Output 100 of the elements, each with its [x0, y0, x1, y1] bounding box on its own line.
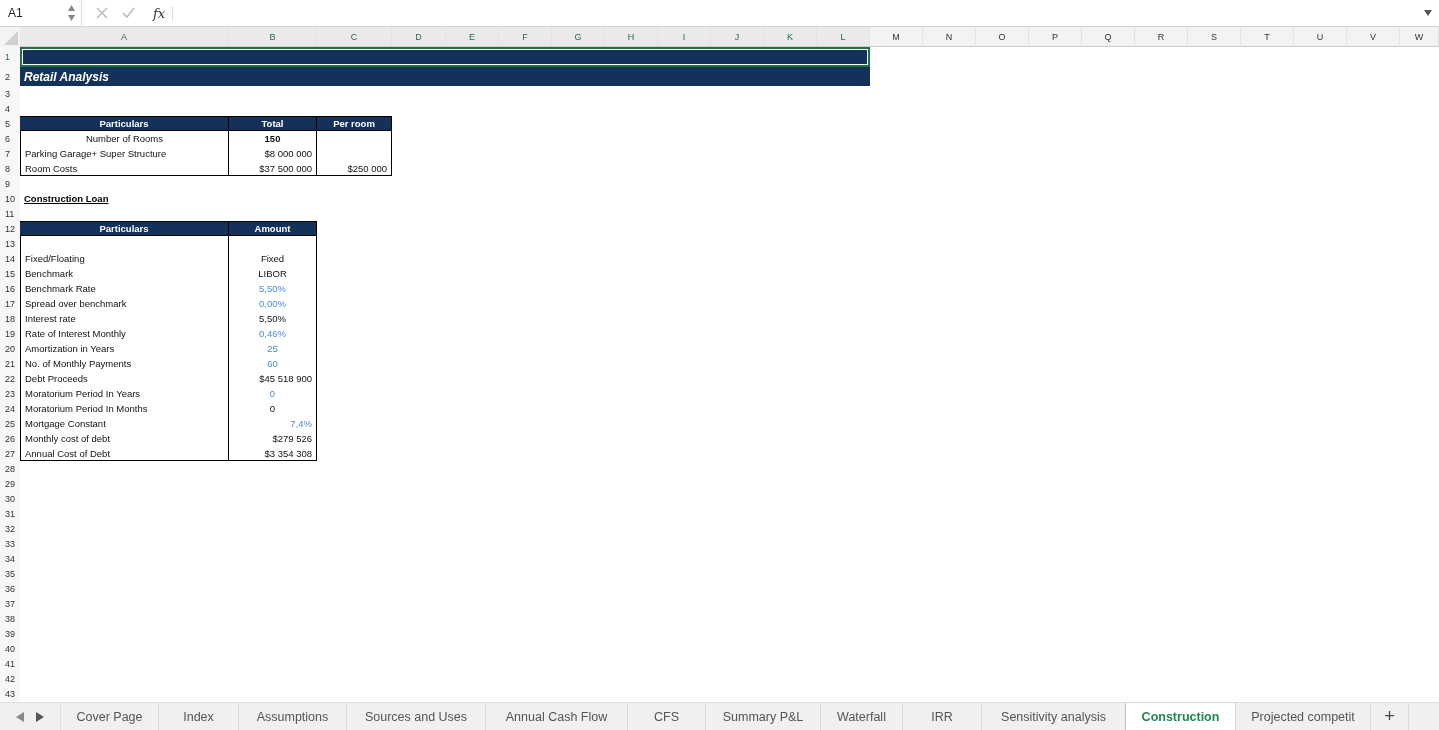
- next-sheet-icon[interactable]: [36, 711, 44, 722]
- row-header[interactable]: 13: [0, 236, 20, 251]
- column-header[interactable]: N: [923, 27, 976, 47]
- row-header[interactable]: 21: [0, 356, 20, 371]
- table-header: Per room: [317, 116, 392, 131]
- table-header: Particulars: [20, 221, 229, 236]
- function-button[interactable]: fx: [153, 5, 174, 21]
- row-header[interactable]: 8: [0, 161, 20, 176]
- table-cell: 0: [269, 403, 276, 414]
- table-cell: LIBOR: [258, 268, 287, 279]
- column-header[interactable]: D: [392, 27, 446, 47]
- previous-sheet-icon[interactable]: [16, 711, 24, 722]
- column-header[interactable]: C: [317, 27, 392, 47]
- table-cell: Annual Cost of Debt: [25, 447, 111, 459]
- row-header[interactable]: 43: [0, 686, 20, 701]
- table-cell: Monthly cost of debt: [25, 433, 111, 444]
- row-header[interactable]: 15: [0, 266, 20, 281]
- table-cell: 60: [267, 358, 278, 369]
- row-header[interactable]: 33: [0, 536, 20, 551]
- table-cell: $37 500 000: [259, 162, 312, 174]
- column-header[interactable]: F: [499, 27, 552, 47]
- column-header[interactable]: L: [817, 27, 870, 47]
- row-header[interactable]: 41: [0, 656, 20, 671]
- row-header[interactable]: 20: [0, 341, 20, 356]
- table-cell: Interest rate: [25, 313, 76, 324]
- column-header[interactable]: O: [976, 27, 1029, 47]
- row-header[interactable]: 28: [0, 461, 20, 476]
- table-cell: 25: [267, 343, 278, 354]
- table-cell: Benchmark Rate: [25, 283, 96, 294]
- column-header[interactable]: W: [1400, 27, 1439, 47]
- table-header: Amount: [229, 221, 317, 236]
- row-header[interactable]: 16: [0, 281, 20, 296]
- row-header[interactable]: 38: [0, 611, 20, 626]
- row-header[interactable]: 40: [0, 641, 20, 656]
- column-header[interactable]: A: [20, 27, 229, 47]
- row-header[interactable]: 18: [0, 311, 20, 326]
- row-header[interactable]: 9: [0, 176, 20, 191]
- column-header[interactable]: T: [1241, 27, 1294, 47]
- row-header[interactable]: 25: [0, 416, 20, 431]
- column-header[interactable]: R: [1135, 27, 1188, 47]
- row-header[interactable]: 17: [0, 296, 20, 311]
- header-band[interactable]: [20, 47, 870, 67]
- column-header[interactable]: U: [1294, 27, 1347, 47]
- row-header[interactable]: 6: [0, 131, 20, 146]
- row-header[interactable]: 5: [0, 116, 20, 131]
- column-header[interactable]: Q: [1082, 27, 1135, 47]
- table-cell: No. of Monthly Payments: [25, 358, 132, 369]
- caret-icon[interactable]: [1424, 10, 1432, 16]
- row-header[interactable]: 42: [0, 671, 20, 686]
- sheet-tab[interactable]: Construction: [1126, 703, 1236, 730]
- row-header[interactable]: 32: [0, 521, 20, 536]
- table-cell: $8 000 000: [264, 148, 312, 159]
- column-header[interactable]: J: [711, 27, 764, 47]
- row-header[interactable]: 35: [0, 566, 20, 581]
- column-header[interactable]: K: [764, 27, 817, 47]
- row-header[interactable]: 10: [0, 191, 20, 206]
- column-header[interactable]: S: [1188, 27, 1241, 47]
- row-header[interactable]: 37: [0, 596, 20, 611]
- row-header[interactable]: 36: [0, 581, 20, 596]
- column-header[interactable]: M: [870, 27, 923, 47]
- row-header[interactable]: 23: [0, 386, 20, 401]
- row-header[interactable]: 29: [0, 476, 20, 491]
- row-header[interactable]: 24: [0, 401, 20, 416]
- row-header[interactable]: 14: [0, 251, 20, 266]
- stepper-icon[interactable]: [68, 3, 75, 23]
- table-cell: Spread over benchmark: [25, 298, 127, 309]
- row-header[interactable]: 19: [0, 326, 20, 341]
- check-icon[interactable]: [122, 7, 135, 19]
- row-header[interactable]: 22: [0, 371, 20, 386]
- column-header[interactable]: I: [658, 27, 711, 47]
- row-header[interactable]: 1: [0, 47, 20, 67]
- column-header[interactable]: G: [552, 27, 605, 47]
- table-cell: Amortization in Years: [25, 343, 115, 354]
- column-header[interactable]: V: [1347, 27, 1400, 47]
- table-cell: Moratorium Period In Months: [25, 403, 148, 414]
- row-header[interactable]: 4: [0, 101, 20, 116]
- table-cell: 5,50%: [259, 313, 286, 324]
- table-cell: 0,46%: [259, 328, 286, 339]
- table-header: Total: [229, 116, 317, 131]
- column-header[interactable]: E: [446, 27, 499, 47]
- row-header[interactable]: 30: [0, 491, 20, 506]
- row-header[interactable]: 3: [0, 86, 20, 101]
- row-header[interactable]: 11: [0, 206, 20, 221]
- row-header[interactable]: 2: [0, 67, 20, 86]
- row-header[interactable]: 12: [0, 221, 20, 236]
- table-cell: Fixed/Floating: [25, 253, 85, 264]
- table-cell: Moratorium Period In Years: [25, 388, 141, 399]
- column-header[interactable]: H: [605, 27, 658, 47]
- row-header[interactable]: 34: [0, 551, 20, 566]
- cancel-icon[interactable]: [96, 7, 108, 19]
- row-header[interactable]: 31: [0, 506, 20, 521]
- sheet-title: Retail Analysis: [23, 69, 109, 84]
- column-header[interactable]: P: [1029, 27, 1082, 47]
- row-header[interactable]: 26: [0, 431, 20, 446]
- row-header[interactable]: 27: [0, 446, 20, 461]
- name-box[interactable]: A1: [0, 0, 82, 27]
- row-header[interactable]: 39: [0, 626, 20, 641]
- column-header[interactable]: B: [229, 27, 317, 47]
- row-header[interactable]: 7: [0, 146, 20, 161]
- table-cell: Rate of Interest Monthly: [25, 328, 126, 339]
